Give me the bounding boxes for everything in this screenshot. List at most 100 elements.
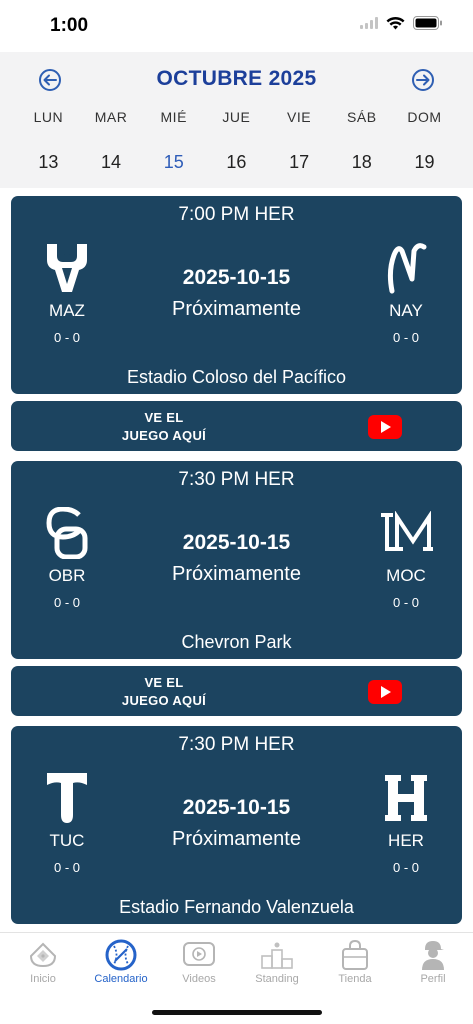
- game-card[interactable]: 7:30 PM HER OBR 0 - 0 2025-10-15 Próxima…: [11, 461, 462, 659]
- home-team: OBR 0 - 0: [27, 506, 107, 610]
- play-video-icon: [160, 939, 238, 971]
- podium-icon: [238, 939, 316, 971]
- day-button[interactable]: 17: [268, 152, 331, 173]
- player-profile-icon: [394, 939, 472, 971]
- moc-logo-icon: [366, 506, 446, 560]
- weekday-label: LUN: [33, 109, 64, 125]
- game-info: 2025-10-15 Próximamente: [121, 531, 352, 586]
- weekday-label: DOM: [407, 109, 442, 125]
- weekday-labels: LUN MAR MIÉ JUE VIE SÁB DOM: [17, 109, 456, 125]
- tab-label: Tienda: [338, 973, 372, 985]
- tuc-logo-icon: [27, 771, 107, 825]
- tab-perfil[interactable]: Perfil: [394, 933, 472, 985]
- day-button[interactable]: 19: [393, 152, 456, 173]
- tab-label: Perfil: [420, 973, 446, 985]
- tab-label: Videos: [182, 973, 216, 985]
- watch-label-line1: VE EL: [144, 675, 184, 690]
- month-row: OCTUBRE 2025: [0, 66, 473, 94]
- team-code: OBR: [48, 566, 86, 585]
- venue: Estadio Fernando Valenzuela: [119, 897, 354, 917]
- team-record: 0 - 0: [53, 330, 80, 345]
- calendar-header: OCTUBRE 2025 LUN MAR MIÉ JUE VIE SÁB DOM…: [0, 52, 473, 188]
- venue: Estadio Coloso del Pacífico: [126, 367, 347, 387]
- team-record: 0 - 0: [53, 595, 80, 610]
- team-code: MAZ: [49, 301, 85, 320]
- tab-standing[interactable]: Standing: [238, 933, 316, 985]
- day-button[interactable]: 18: [330, 152, 393, 173]
- app-root: 1:00 OCTUBRE 2025 LUN MAR MIÉ JUE VIE SÁ…: [0, 0, 473, 1024]
- game-info: 2025-10-15 Próximamente: [121, 796, 352, 851]
- obr-logo-icon: [27, 506, 107, 560]
- team-code: TUC: [49, 831, 85, 850]
- status-time: 1:00: [50, 15, 89, 36]
- team-code: NAY: [389, 301, 423, 320]
- team-code: HER: [388, 831, 424, 850]
- weekday-label: JUE: [222, 109, 251, 125]
- game-list: 7:00 PM HER MAZ 0 - 0 2025-10-15 Próxima…: [11, 196, 462, 924]
- away-team: MOC 0 - 0: [366, 506, 446, 610]
- youtube-icon: [368, 680, 402, 704]
- youtube-icon: [368, 415, 402, 439]
- baseball-field-icon: [4, 939, 82, 971]
- status-bar: 1:00: [0, 0, 473, 52]
- game-card[interactable]: 7:00 PM HER MAZ 0 - 0 2025-10-15 Próxima…: [11, 196, 462, 394]
- day-button[interactable]: 13: [17, 152, 80, 173]
- tab-label: Calendario: [94, 973, 148, 985]
- game-status: Próximamente: [172, 828, 301, 850]
- tab-calendario[interactable]: Calendario: [82, 933, 160, 985]
- game-date: 2025-10-15: [182, 531, 291, 554]
- signal-icon: [360, 17, 378, 29]
- battery-icon: [413, 16, 442, 30]
- maz-logo-icon: [27, 241, 107, 295]
- watch-game-button[interactable]: VE EL JUEGO AQUÍ: [11, 666, 462, 716]
- status-icons: [360, 16, 443, 30]
- weekday-label: VIE: [287, 109, 312, 125]
- game-info: 2025-10-15 Próximamente: [121, 266, 352, 321]
- game-status: Próximamente: [172, 298, 301, 320]
- day-button-selected[interactable]: 15: [142, 152, 205, 173]
- baseball-icon: [82, 939, 160, 971]
- wifi-icon: [386, 16, 405, 30]
- next-week-button[interactable]: [409, 66, 437, 94]
- game-time: 7:30 PM HER: [178, 469, 295, 490]
- game-time: 7:00 PM HER: [178, 204, 295, 225]
- game-date: 2025-10-15: [182, 266, 291, 289]
- home-team: TUC 0 - 0: [27, 771, 107, 875]
- watch-label-line2: JUEGO AQUÍ: [121, 428, 207, 443]
- watch-label-line2: JUEGO AQUÍ: [121, 693, 207, 708]
- tab-videos[interactable]: Videos: [160, 933, 238, 985]
- watch-game-button[interactable]: VE EL JUEGO AQUÍ: [11, 401, 462, 451]
- team-record: 0 - 0: [392, 330, 419, 345]
- venue: Chevron Park: [181, 632, 292, 652]
- day-button[interactable]: 16: [205, 152, 268, 173]
- tab-inicio[interactable]: Inicio: [4, 933, 82, 985]
- team-record: 0 - 0: [392, 595, 419, 610]
- tab-label: Inicio: [30, 973, 56, 985]
- game-time: 7:30 PM HER: [178, 734, 295, 755]
- watch-label: VE EL JUEGO AQUÍ: [119, 409, 209, 445]
- away-team: HER 0 - 0: [366, 771, 446, 875]
- weekday-label: MAR: [94, 109, 128, 125]
- weekday-label: SÁB: [347, 109, 377, 125]
- month-title: OCTUBRE 2025: [156, 67, 317, 90]
- home-indicator: [152, 1010, 322, 1015]
- weekday-label: MIÉ: [160, 109, 187, 125]
- her-logo-icon: [366, 771, 446, 825]
- tab-tienda[interactable]: Tienda: [316, 933, 394, 985]
- team-record: 0 - 0: [392, 860, 419, 875]
- game-card[interactable]: 7:30 PM HER TUC 0 - 0 2025-10-15 Próxima…: [11, 726, 462, 924]
- away-team: NAY 0 - 0: [366, 241, 446, 345]
- team-code: MOC: [386, 566, 426, 585]
- watch-label-line1: VE EL: [144, 410, 184, 425]
- arrow-right-circle-icon: [412, 69, 434, 91]
- day-button[interactable]: 14: [80, 152, 143, 173]
- day-selector: 13 14 15 16 17 18 19: [17, 152, 456, 173]
- team-record: 0 - 0: [53, 860, 80, 875]
- tab-bar: Inicio Calendario Videos Standing Tienda…: [0, 932, 473, 1024]
- home-team: MAZ 0 - 0: [27, 241, 107, 345]
- game-date: 2025-10-15: [182, 796, 291, 819]
- shopping-bag-icon: [316, 939, 394, 971]
- nay-logo-icon: [366, 241, 446, 295]
- watch-label: VE EL JUEGO AQUÍ: [119, 674, 209, 710]
- tab-label: Standing: [255, 973, 299, 985]
